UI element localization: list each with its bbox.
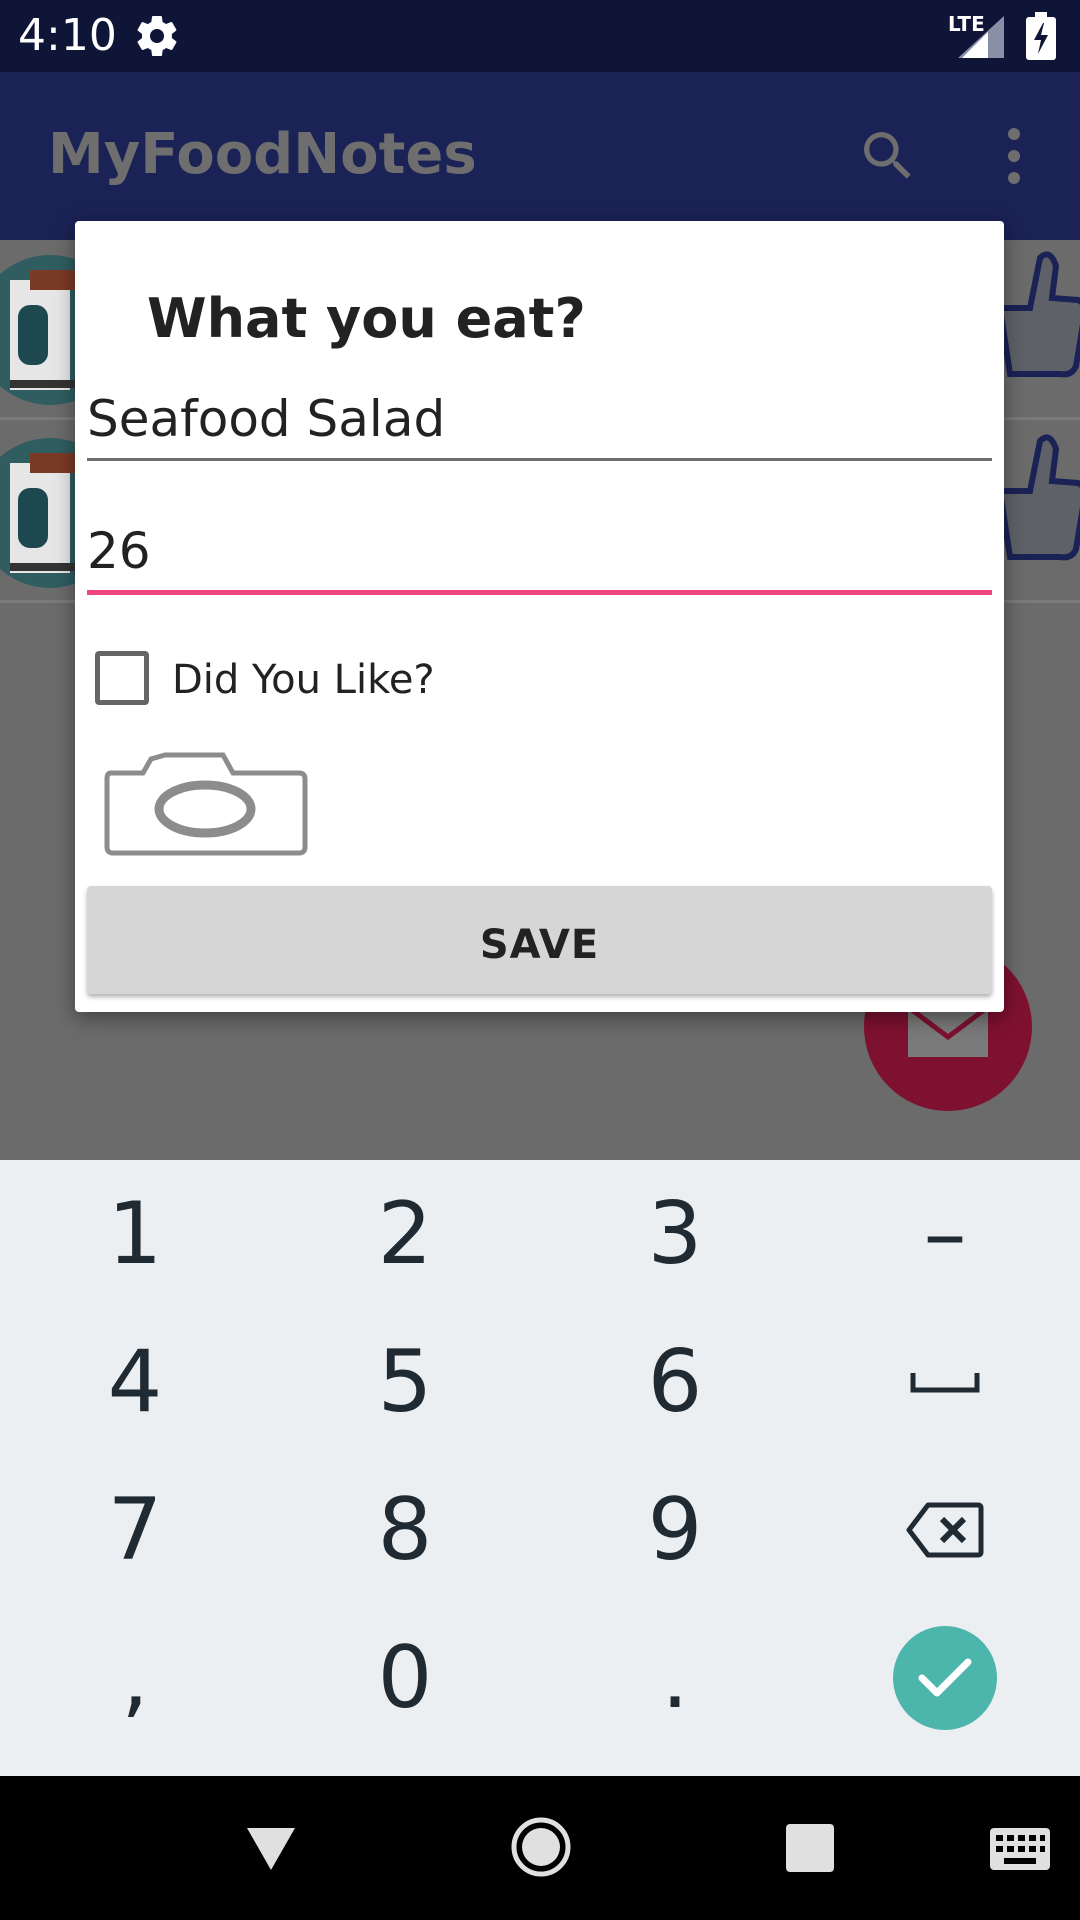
key-1[interactable]: 1 bbox=[0, 1160, 270, 1308]
key-4[interactable]: 4 bbox=[0, 1308, 270, 1456]
like-checkbox-label: Did You Like? bbox=[172, 657, 435, 703]
key-label: 6 bbox=[647, 1332, 703, 1432]
key-label: 3 bbox=[647, 1184, 703, 1284]
key-space[interactable] bbox=[810, 1308, 1080, 1456]
battery-charging-icon bbox=[1026, 12, 1056, 60]
signal-icon bbox=[958, 16, 1004, 58]
save-button-label: SAVE bbox=[479, 922, 600, 968]
app-bar: MyFoodNotes bbox=[0, 72, 1080, 240]
key-label: 4 bbox=[107, 1332, 163, 1432]
gear-icon bbox=[137, 16, 177, 57]
space-icon bbox=[910, 1373, 980, 1393]
key-label: 0 bbox=[377, 1628, 433, 1728]
key-2[interactable]: 2 bbox=[270, 1160, 540, 1308]
app-title: MyFoodNotes bbox=[48, 122, 477, 187]
enter-button[interactable] bbox=[893, 1626, 997, 1730]
back-icon[interactable] bbox=[243, 1820, 299, 1876]
more-vert-icon[interactable] bbox=[990, 124, 1038, 188]
key-8[interactable]: 8 bbox=[270, 1456, 540, 1604]
key-3[interactable]: 3 bbox=[540, 1160, 810, 1308]
numeric-keyboard: 1 2 3 – 4 5 6 7 8 9 , 0 . bbox=[0, 1160, 1080, 1776]
key-minus[interactable]: – bbox=[810, 1160, 1080, 1308]
key-comma[interactable]: , bbox=[0, 1604, 270, 1752]
recents-icon[interactable] bbox=[786, 1824, 834, 1872]
camera-icon[interactable] bbox=[103, 749, 309, 857]
key-0[interactable]: 0 bbox=[270, 1604, 540, 1752]
key-label: . bbox=[661, 1628, 689, 1728]
like-checkbox[interactable] bbox=[95, 651, 149, 705]
key-9[interactable]: 9 bbox=[540, 1456, 810, 1604]
key-label: 7 bbox=[107, 1480, 163, 1580]
key-label: 8 bbox=[377, 1480, 433, 1580]
price-field[interactable]: 26 bbox=[87, 515, 992, 595]
key-5[interactable]: 5 bbox=[270, 1308, 540, 1456]
key-7[interactable]: 7 bbox=[0, 1456, 270, 1604]
price-value: 26 bbox=[87, 522, 151, 580]
key-label: – bbox=[923, 1184, 967, 1284]
key-enter[interactable] bbox=[810, 1604, 1080, 1752]
search-icon[interactable] bbox=[856, 124, 920, 188]
check-icon bbox=[918, 1658, 972, 1697]
key-label: 5 bbox=[377, 1332, 433, 1432]
key-backspace[interactable] bbox=[810, 1456, 1080, 1604]
save-button[interactable]: SAVE bbox=[87, 886, 992, 994]
email-icon bbox=[908, 1007, 988, 1057]
food-name-field[interactable]: Seafood Salad bbox=[87, 381, 992, 461]
key-label: 1 bbox=[107, 1184, 163, 1284]
backspace-icon bbox=[906, 1502, 984, 1558]
add-food-dialog: What you eat? Seafood Salad 26 Did You L… bbox=[75, 221, 1004, 1012]
key-label: 9 bbox=[647, 1480, 703, 1580]
dialog-title: What you eat? bbox=[147, 287, 586, 350]
system-nav-bar bbox=[0, 1776, 1080, 1920]
key-label: 2 bbox=[377, 1184, 433, 1284]
key-6[interactable]: 6 bbox=[540, 1308, 810, 1456]
keyboard-switch-icon[interactable] bbox=[990, 1828, 1050, 1870]
home-icon[interactable] bbox=[510, 1816, 572, 1878]
key-period[interactable]: . bbox=[540, 1604, 810, 1752]
status-bar: 4:10 LTE bbox=[0, 0, 1080, 72]
food-name-value: Seafood Salad bbox=[87, 390, 446, 448]
status-time: 4:10 bbox=[18, 10, 117, 61]
key-label: , bbox=[121, 1628, 149, 1728]
